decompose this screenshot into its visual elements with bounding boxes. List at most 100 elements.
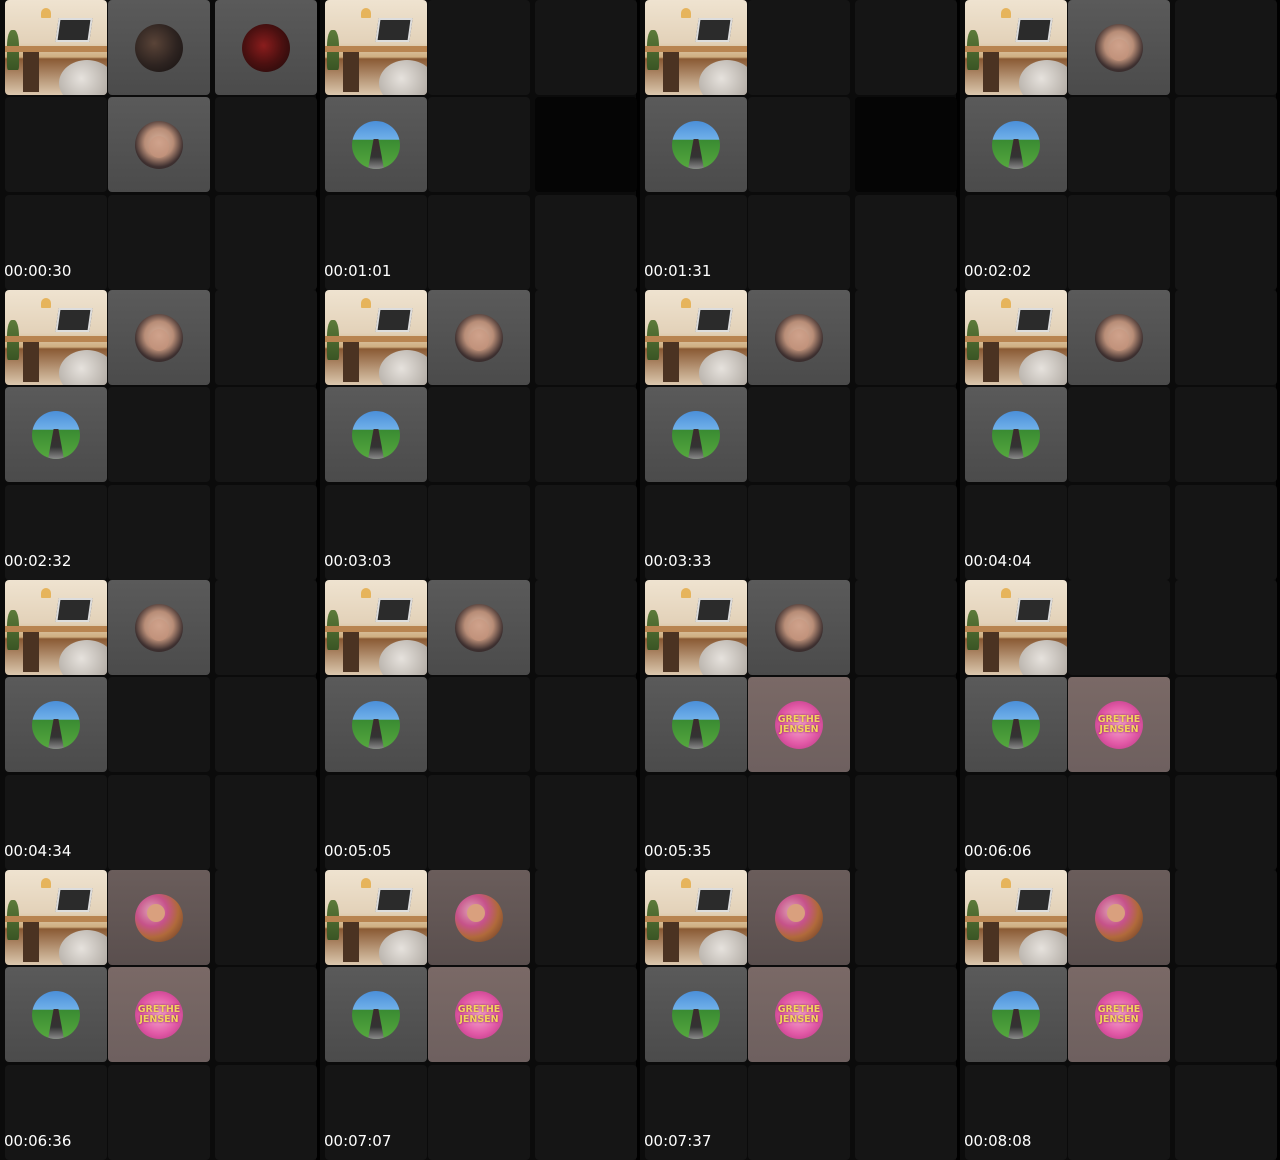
empty-tile [428, 485, 530, 580]
avatar [352, 991, 400, 1039]
self-video-tile[interactable] [325, 0, 427, 95]
lamp [681, 298, 691, 308]
self-video-tile[interactable] [325, 870, 427, 965]
participant-tile[interactable] [1068, 870, 1170, 965]
participant-tile[interactable] [325, 387, 427, 482]
participant-tile[interactable] [5, 677, 107, 772]
participant-tile[interactable]: GRETHE JENSEN [108, 967, 210, 1062]
avatar-text-line2: JENSEN [779, 1014, 819, 1025]
empty-tile [1175, 485, 1277, 580]
person-head [59, 350, 107, 385]
person-head [59, 640, 107, 675]
participant-tile[interactable] [645, 97, 747, 192]
participant-tile[interactable]: GRETHE JENSEN [428, 967, 530, 1062]
empty-tile [748, 387, 850, 482]
participant-tile[interactable] [108, 97, 210, 192]
person-head [699, 640, 747, 675]
self-video-tile[interactable] [645, 580, 747, 675]
self-video-tile[interactable] [5, 580, 107, 675]
empty-tile [215, 387, 317, 482]
participant-tile[interactable]: GRETHE JENSEN [1068, 967, 1170, 1062]
self-video-tile[interactable] [5, 0, 107, 95]
participant-tile[interactable] [645, 387, 747, 482]
empty-tile [215, 775, 317, 870]
participant-tile[interactable] [108, 290, 210, 385]
empty-tile [535, 387, 637, 482]
monitor [1015, 18, 1053, 42]
empty-tile [1068, 97, 1170, 192]
avatar-text-line2: JENSEN [1099, 1014, 1139, 1025]
self-video-tile[interactable] [645, 0, 747, 95]
participant-tile[interactable] [1068, 290, 1170, 385]
participant-tile[interactable] [965, 97, 1067, 192]
self-video-tile[interactable] [965, 870, 1067, 965]
monitor [375, 888, 413, 912]
self-video-tile[interactable] [965, 0, 1067, 95]
participant-tile[interactable] [215, 0, 317, 95]
empty-tile [428, 195, 530, 290]
self-video-tile[interactable] [5, 290, 107, 385]
self-video-tile[interactable] [645, 290, 747, 385]
avatar [135, 314, 183, 362]
participant-tile[interactable] [108, 0, 210, 95]
participant-tile[interactable] [748, 580, 850, 675]
empty-tile [748, 97, 850, 192]
person-head [699, 60, 747, 95]
desk-leg [663, 52, 679, 92]
desk-leg [23, 52, 39, 92]
participant-tile[interactable] [748, 870, 850, 965]
participant-tile[interactable] [965, 967, 1067, 1062]
empty-tile [535, 1065, 637, 1160]
avatar [672, 121, 720, 169]
participant-tile[interactable] [325, 967, 427, 1062]
timestamp: 00:07:37 [644, 1132, 712, 1150]
self-video-tile[interactable] [965, 580, 1067, 675]
avatar-text: GRETHE JENSEN [138, 1005, 181, 1025]
empty-tile [215, 967, 317, 1062]
grethe-jensen-avatar: GRETHE JENSEN [1095, 701, 1143, 749]
timestamp: 00:07:07 [324, 1132, 392, 1150]
self-video-tile[interactable] [325, 290, 427, 385]
participant-tile[interactable] [428, 580, 530, 675]
empty-tile [428, 677, 530, 772]
avatar-text-line2: JENSEN [779, 724, 819, 735]
participant-tile[interactable] [748, 290, 850, 385]
participant-tile[interactable] [5, 967, 107, 1062]
self-video-tile[interactable] [645, 870, 747, 965]
participant-tile[interactable] [645, 677, 747, 772]
participant-tile[interactable] [108, 870, 210, 965]
participant-tile[interactable] [108, 580, 210, 675]
empty-tile [535, 775, 637, 870]
person-head [379, 640, 427, 675]
participant-tile[interactable] [645, 967, 747, 1062]
participant-tile[interactable]: GRETHE JENSEN [748, 677, 850, 772]
participant-tile[interactable] [965, 387, 1067, 482]
person-head [1019, 930, 1067, 965]
timestamp: 00:03:33 [644, 552, 712, 570]
desk [5, 46, 107, 52]
person-head [379, 60, 427, 95]
desk [965, 916, 1067, 922]
frame-5: 00:02:32 [0, 290, 317, 580]
participant-tile[interactable] [428, 870, 530, 965]
participant-tile[interactable]: GRETHE JENSEN [748, 967, 850, 1062]
participant-tile[interactable] [5, 387, 107, 482]
participant-tile[interactable] [428, 290, 530, 385]
self-video-tile[interactable] [325, 580, 427, 675]
self-video-tile[interactable] [965, 290, 1067, 385]
desk [325, 626, 427, 632]
participant-tile[interactable] [965, 677, 1067, 772]
participant-tile[interactable]: GRETHE JENSEN [1068, 677, 1170, 772]
avatar-text-line2: JENSEN [1099, 724, 1139, 735]
participant-tile[interactable] [325, 677, 427, 772]
avatar-text-line2: JENSEN [459, 1014, 499, 1025]
participant-tile[interactable] [1068, 0, 1170, 95]
empty-tile [428, 775, 530, 870]
participant-tile[interactable] [325, 97, 427, 192]
self-video-tile[interactable] [5, 870, 107, 965]
empty-tile [1175, 97, 1277, 192]
empty-tile [855, 0, 957, 95]
avatar [775, 894, 823, 942]
monitor [375, 598, 413, 622]
grethe-jensen-avatar: GRETHE JENSEN [1095, 991, 1143, 1039]
